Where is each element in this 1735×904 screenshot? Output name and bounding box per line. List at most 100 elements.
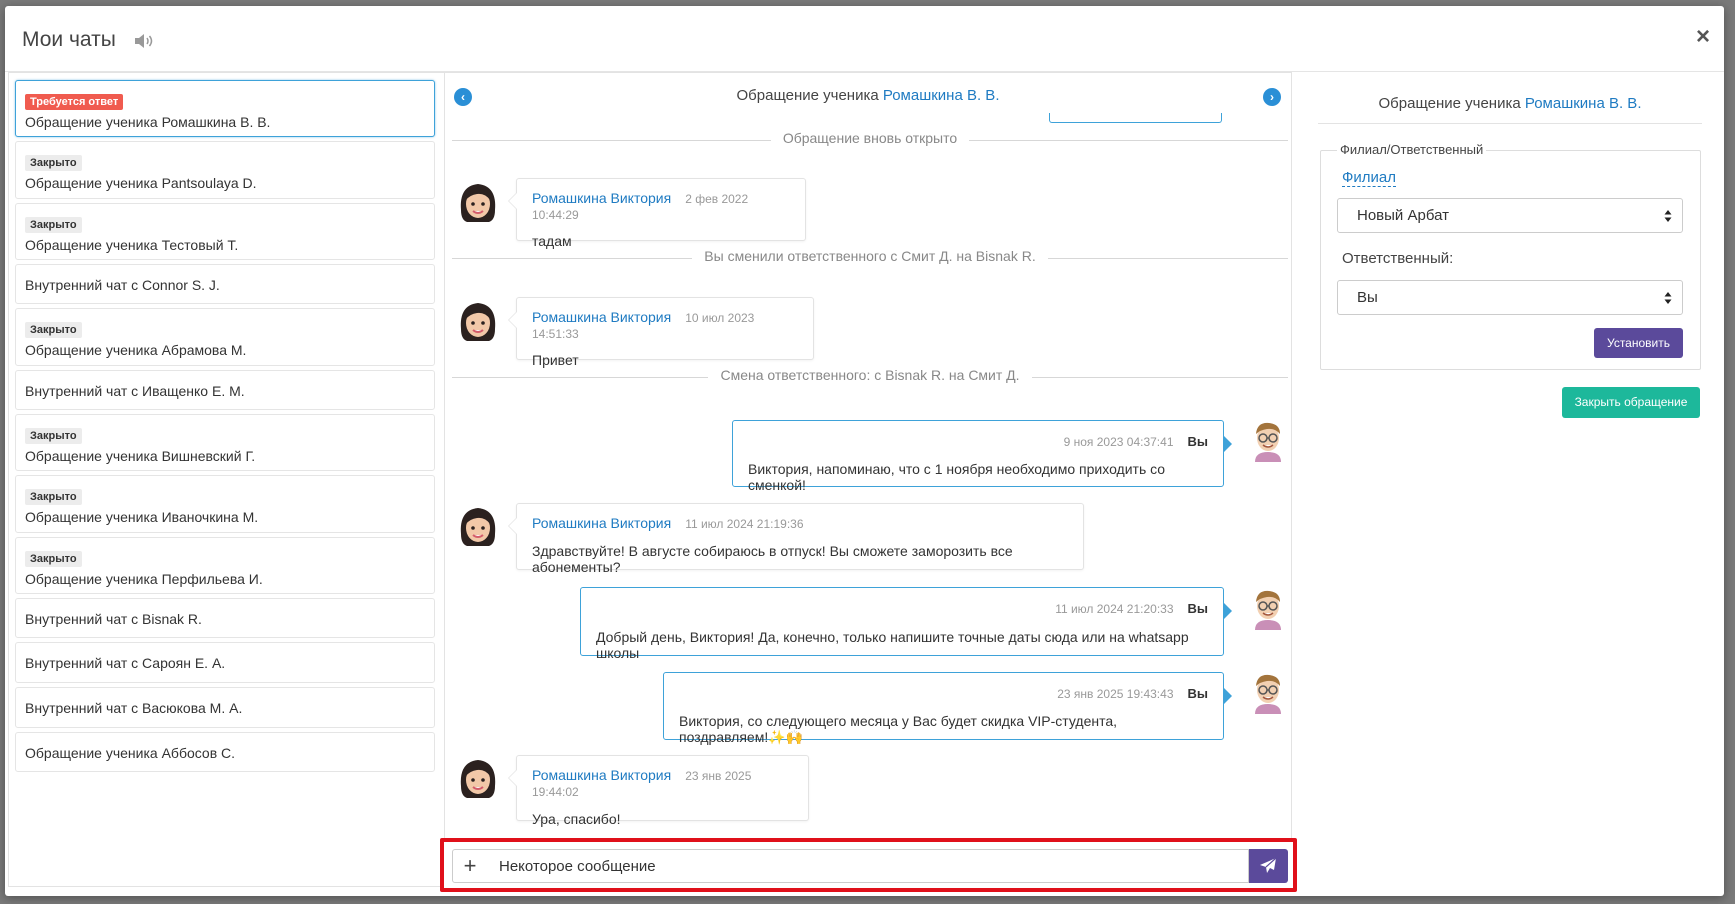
message-sender: Вы (1187, 434, 1209, 449)
message-time: 11 июл 2024 21:20:33 (1055, 602, 1174, 616)
side-student-name[interactable]: Ромашкина В. В. (1525, 95, 1642, 112)
status-badge: Закрыто (25, 322, 82, 338)
chat-title: Обращение ученика Аббосов С. (25, 745, 236, 761)
avatar (460, 508, 496, 546)
status-badge: Требуется ответ (25, 94, 124, 110)
message-text: Ура, спасибо! (532, 811, 621, 827)
side-panel-title: Обращение ученика Ромашкина В. В. (1320, 95, 1700, 112)
chat-list-item[interactable]: Обращение ученика Аббосов С. (15, 732, 435, 772)
chat-title: Обращение ученика Вишневский Г. (25, 448, 256, 464)
set-button[interactable]: Установить (1594, 328, 1683, 358)
chat-list-item[interactable]: Закрыто Обращение ученика Абрамова М. (15, 308, 435, 366)
chat-list-item[interactable]: Закрыто Обращение ученика Вишневский Г. (15, 414, 435, 471)
message-composer: + (440, 838, 1297, 892)
sort-caret-icon (1664, 210, 1672, 222)
chat-title: Внутренний чат с Connor S. J. (25, 277, 220, 293)
status-badge: Закрыто (25, 551, 82, 567)
chat-title: Внутренний чат с Васюкова М. А. (25, 700, 243, 716)
conversation-student-name[interactable]: Ромашкина В. В. (883, 87, 1000, 104)
avatar (1255, 590, 1281, 630)
chat-list-item[interactable]: Внутренний чат с Васюкова М. А. (15, 687, 435, 728)
avatar (460, 184, 496, 222)
modal-header: Мои чаты × (5, 6, 1724, 72)
message-bubble-outgoing: 23 янв 2025 19:43:43 Вы Виктория, со след… (663, 672, 1232, 745)
avatar (1255, 422, 1281, 462)
avatar (460, 303, 496, 341)
message-bubble-partial (1049, 113, 1222, 123)
responsible-select-value: Вы (1357, 289, 1378, 306)
message-text: Виктория, со следующего месяца у Вас буд… (679, 713, 1118, 745)
message-sender: Вы (1187, 601, 1209, 616)
send-icon (1260, 858, 1277, 873)
conversation-panel: Обращение ученика Ромашкина В. В. ‹ › Об… (445, 72, 1292, 887)
chat-list-item[interactable]: Закрыто Обращение ученика Тестовый Т. (15, 203, 435, 260)
message-text: Добрый день, Виктория! Да, конечно, толь… (596, 629, 1189, 661)
chat-list-item[interactable]: Внутренний чат с Bisnak R. (15, 598, 435, 638)
chat-title: Обращение ученика Абрамова М. (25, 342, 247, 358)
message-sender[interactable]: Ромашкина Виктория (532, 190, 671, 206)
message-sender[interactable]: Ромашкина Виктория (532, 767, 671, 783)
chat-title: Обращение ученика Перфильева И. (25, 571, 263, 587)
message-bubble-incoming: Ромашкина Виктория 23 янв 2025 19:44:02 У… (508, 755, 809, 827)
chat-list-item[interactable]: Требуется ответ Обращение ученика Ромашк… (15, 80, 435, 137)
message-bubble-outgoing: 11 июл 2024 21:20:33 Вы Добрый день, Викт… (580, 587, 1232, 661)
chat-title: Обращение ученика Pantsoulaya D. (25, 175, 257, 191)
message-bubble-incoming: Ромашкина Виктория 11 июл 2024 21:19:36 З… (508, 503, 1084, 575)
branch-link[interactable]: Филиал (1342, 169, 1397, 187)
chevron-right-icon[interactable]: › (1263, 88, 1281, 106)
chat-list-item[interactable]: Внутренний чат с Сароян Е. А. (15, 642, 435, 683)
message-bubble-incoming: Ромашкина Виктория 10 июл 2023 14:51:33 П… (508, 297, 814, 368)
avatar (460, 760, 496, 798)
chat-title: Внутренний чат с Сароян Е. А. (25, 655, 226, 671)
chat-title: Обращение ученика Иваночкина М. (25, 509, 259, 525)
status-badge: Закрыто (25, 428, 82, 444)
avatar (1255, 674, 1281, 714)
chat-title: Обращение ученика Тестовый Т. (25, 237, 239, 253)
speaker-icon[interactable] (133, 31, 155, 51)
close-icon[interactable]: × (1696, 25, 1710, 49)
chat-list-item[interactable]: Закрыто Обращение ученика Pantsoulaya D. (15, 141, 435, 199)
chevron-left-icon[interactable]: ‹ (454, 88, 472, 106)
side-title-prefix: Обращение ученика (1378, 95, 1521, 112)
chat-list-item[interactable]: Внутренний чат с Connor S. J. (15, 264, 435, 304)
system-divider: Смена ответственного: с Bisnak R. на Сми… (452, 367, 1288, 387)
attach-plus-button[interactable]: + (452, 849, 488, 883)
message-sender: Вы (1187, 686, 1209, 701)
message-input[interactable] (487, 849, 1249, 883)
chat-list-item[interactable]: Закрыто Обращение ученика Перфильева И. (15, 537, 435, 594)
chat-list: Требуется ответ Обращение ученика Ромашк… (8, 72, 445, 887)
branch-responsible-fieldset: Филиал/Ответственный Филиал Новый Арбат … (1320, 142, 1701, 370)
system-divider: Обращение вновь открыто (452, 130, 1288, 150)
send-button[interactable] (1249, 849, 1288, 883)
status-badge: Закрыто (25, 155, 82, 171)
modal-title: Мои чаты (22, 28, 116, 51)
message-text: тадам (532, 233, 572, 249)
chat-list-item[interactable]: Внутренний чат с Иващенко Е. М. (15, 370, 435, 410)
chat-title: Обращение ученика Ромашкина В. В. (25, 114, 271, 130)
chat-title: Внутренний чат с Bisnak R. (25, 611, 202, 627)
message-text: Привет (532, 352, 579, 368)
fieldset-legend: Филиал/Ответственный (1337, 142, 1487, 157)
status-badge: Закрыто (25, 217, 82, 233)
close-request-button[interactable]: Закрыть обращение (1562, 387, 1700, 418)
message-text: Виктория, напоминаю, что с 1 ноября необ… (748, 461, 1166, 493)
responsible-label: Ответственный: (1342, 250, 1454, 267)
message-time: 11 июл 2024 21:19:36 (685, 517, 804, 531)
message-time: 23 янв 2025 19:43:43 (1057, 687, 1174, 701)
divider (1318, 123, 1702, 124)
conversation-header: Обращение ученика Ромашкина В. В. (445, 73, 1291, 113)
message-text: Здравствуйте! В августе собираюсь в отпу… (532, 543, 1013, 575)
branch-select[interactable]: Новый Арбат (1337, 198, 1683, 233)
status-badge: Закрыто (25, 489, 82, 505)
message-time: 9 ноя 2023 04:37:41 (1063, 435, 1174, 449)
chat-title: Внутренний чат с Иващенко Е. М. (25, 383, 245, 399)
message-sender[interactable]: Ромашкина Виктория (532, 515, 671, 531)
message-bubble-outgoing: 9 ноя 2023 04:37:41 Вы Виктория, напомина… (732, 420, 1232, 493)
conversation-title-prefix: Обращение ученика (736, 87, 879, 104)
branch-select-value: Новый Арбат (1357, 207, 1449, 224)
message-bubble-incoming: Ромашкина Виктория 2 фев 2022 10:44:29 та… (508, 178, 806, 249)
system-divider: Вы сменили ответственного с Смит Д. на B… (452, 248, 1288, 268)
responsible-select[interactable]: Вы (1337, 280, 1683, 315)
message-sender[interactable]: Ромашкина Виктория (532, 309, 671, 325)
chat-list-item[interactable]: Закрыто Обращение ученика Иваночкина М. (15, 475, 435, 533)
